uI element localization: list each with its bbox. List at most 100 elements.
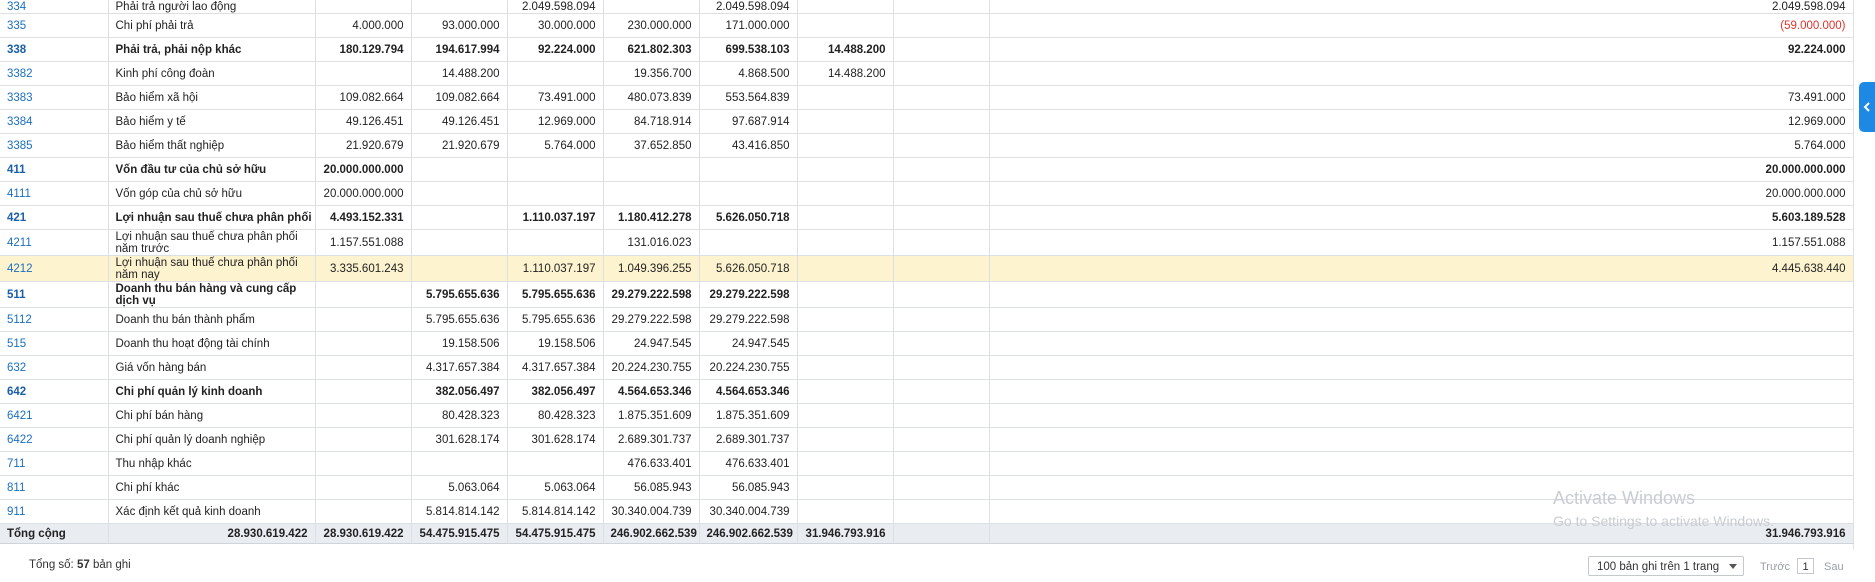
table-row[interactable]: 4211 Lợi nhuận sau thuế chưa phân phối nă… [0, 229, 1854, 256]
account-code-cell[interactable]: 335 [0, 13, 109, 38]
account-name-cell: Kinh phí công đoàn [108, 61, 316, 86]
amount-cell [797, 205, 894, 230]
amount-cell: 1.110.037.197 [507, 205, 604, 230]
account-code-cell[interactable]: 511 [0, 281, 109, 308]
amount-cell: 56.085.943 [603, 475, 700, 500]
amount-cell: (59.000.000) [989, 13, 1854, 38]
account-name-cell: Bảo hiểm y tế [108, 109, 316, 134]
amount-cell: 5.626.050.718 [699, 205, 798, 230]
account-code-cell[interactable]: 4211 [0, 229, 109, 256]
prev-page-button[interactable]: Trước [1760, 561, 1790, 573]
table-row[interactable]: 3382 Kinh phí công đoàn 14.488.200 19.356.7… [0, 61, 1854, 86]
amount-cell: 4.317.657.384 [411, 355, 508, 380]
amount-cell: 29.279.222.598 [603, 307, 700, 332]
account-name-cell: Phải trả người lao động [108, 0, 316, 14]
account-code-cell[interactable]: 711 [0, 451, 109, 476]
amount-cell [893, 379, 990, 404]
amount-cell: 73.491.000 [507, 85, 604, 110]
account-code-cell[interactable]: 642 [0, 379, 109, 404]
table-row[interactable]: 632 Giá vốn hàng bán 4.317.657.384 4.317.65… [0, 355, 1854, 380]
amount-cell: 699.538.103 [699, 37, 798, 62]
page-size-select[interactable]: 100 bản ghi trên 1 trang [1588, 556, 1744, 576]
table-row[interactable]: 515 Doanh thu hoạt động tài chính 19.158.5… [0, 331, 1854, 356]
amount-cell [315, 331, 412, 356]
amount-cell [603, 181, 700, 206]
amount-cell: 5.063.064 [507, 475, 604, 500]
account-code-cell[interactable]: 811 [0, 475, 109, 500]
amount-cell [603, 157, 700, 182]
table-row[interactable]: 511 Doanh thu bán hàng và cung cấp dịch v… [0, 281, 1854, 308]
amount-cell [893, 255, 990, 282]
account-code-cell[interactable]: 6421 [0, 403, 109, 428]
amount-cell: 109.082.664 [411, 85, 508, 110]
table-row[interactable]: 4111 Vốn góp của chủ sở hữu 20.000.000.000… [0, 181, 1854, 206]
account-code-cell[interactable]: 3385 [0, 133, 109, 158]
amount-cell: 1.875.351.609 [699, 403, 798, 428]
amount-cell [411, 181, 508, 206]
table-row[interactable]: 334 Phải trả người lao động 2.049.598.094 2… [0, 0, 1854, 14]
amount-cell: 476.633.401 [699, 451, 798, 476]
amount-cell [507, 229, 604, 256]
table-row[interactable]: 3384 Bảo hiểm y tế 49.126.451 49.126.451 12.… [0, 109, 1854, 134]
amount-cell: 43.416.850 [699, 133, 798, 158]
amount-cell: 84.718.914 [603, 109, 700, 134]
table-row[interactable]: 411 Vốn đầu tư của chủ sở hữu 20.000.000.0… [0, 157, 1854, 182]
side-panel-toggle[interactable] [1859, 82, 1875, 132]
amount-cell [797, 0, 894, 14]
amount-cell [989, 475, 1854, 500]
amount-cell: 131.016.023 [603, 229, 700, 256]
table-row[interactable]: 711 Thu nhập khác 476.633.401 476.633.401 [0, 451, 1854, 476]
account-code-cell[interactable]: 421 [0, 205, 109, 230]
amount-cell: 49.126.451 [411, 109, 508, 134]
amount-cell: 476.633.401 [603, 451, 700, 476]
amount-cell: 1.875.351.609 [603, 403, 700, 428]
trial-balance-table: 334 Phải trả người lao động 2.049.598.094 2… [0, 0, 1854, 544]
amount-cell: 92.224.000 [507, 37, 604, 62]
account-code-cell[interactable]: 411 [0, 157, 109, 182]
table-row[interactable]: 811 Chi phí khác 5.063.064 5.063.064 56.085.… [0, 475, 1854, 500]
account-code-cell[interactable]: 4111 [0, 181, 109, 206]
account-code-cell[interactable]: 338 [0, 37, 109, 62]
table-row[interactable]: 642 Chi phí quản lý kinh doanh 382.056.497… [0, 379, 1854, 404]
table-row[interactable]: 5112 Doanh thu bán thành phẩm 5.795.655.63… [0, 307, 1854, 332]
current-page-button[interactable]: 1 [1797, 558, 1814, 574]
table-row[interactable]: 6422 Chi phí quản lý doanh nghiệp 301.628.… [0, 427, 1854, 452]
amount-cell: 3.335.601.243 [315, 255, 412, 282]
next-page-button[interactable]: Sau [1824, 561, 1844, 573]
table-row[interactable]: 338 Phải trả, phải nộp khác 180.129.794 194… [0, 37, 1854, 62]
account-name-cell: Chi phí quản lý kinh doanh [108, 379, 316, 404]
account-code-cell[interactable]: 6422 [0, 427, 109, 452]
account-name-cell: Phải trả, phải nộp khác [108, 37, 316, 62]
amount-cell [411, 157, 508, 182]
account-code-cell[interactable]: 334 [0, 0, 109, 14]
amount-cell: 29.279.222.598 [603, 281, 700, 308]
account-name-cell: Giá vốn hàng bán [108, 355, 316, 380]
amount-cell [797, 307, 894, 332]
table-row[interactable]: 3383 Bảo hiểm xã hội 109.082.664 109.082.66… [0, 85, 1854, 110]
amount-cell [893, 61, 990, 86]
amount-cell: 5.795.655.636 [507, 307, 604, 332]
table-row[interactable]: 335 Chi phí phải trả 4.000.000 93.000.000 30… [0, 13, 1854, 38]
amount-cell: 20.224.230.755 [603, 355, 700, 380]
amount-cell [893, 403, 990, 428]
amount-cell [797, 85, 894, 110]
total-label: Tổng cộng [0, 523, 109, 544]
account-code-cell[interactable]: 3382 [0, 61, 109, 86]
account-code-cell[interactable]: 515 [0, 331, 109, 356]
account-code-cell[interactable]: 4212 [0, 255, 109, 282]
account-code-cell[interactable]: 3383 [0, 85, 109, 110]
table-row[interactable]: 421 Lợi nhuận sau thuế chưa phân phối 4.49… [0, 205, 1854, 230]
account-code-cell[interactable]: 3384 [0, 109, 109, 134]
table-row[interactable]: 3385 Bảo hiểm thất nghiệp 21.920.679 21.920… [0, 133, 1854, 158]
total-amount-cell: 54.475.915.475 [411, 523, 508, 544]
table-row[interactable]: 6421 Chi phí bán hàng 80.428.323 80.428.323… [0, 403, 1854, 428]
account-code-cell[interactable]: 911 [0, 499, 109, 524]
amount-cell [797, 475, 894, 500]
account-code-cell[interactable]: 632 [0, 355, 109, 380]
account-code-cell[interactable]: 5112 [0, 307, 109, 332]
table-row[interactable]: 4212 Lợi nhuận sau thuế chưa phân phối nă… [0, 255, 1854, 282]
table-row[interactable]: 911 Xác định kết quả kinh doanh 5.814.814.… [0, 499, 1854, 524]
amount-cell [797, 379, 894, 404]
amount-cell [797, 109, 894, 134]
amount-cell: 24.947.545 [603, 331, 700, 356]
